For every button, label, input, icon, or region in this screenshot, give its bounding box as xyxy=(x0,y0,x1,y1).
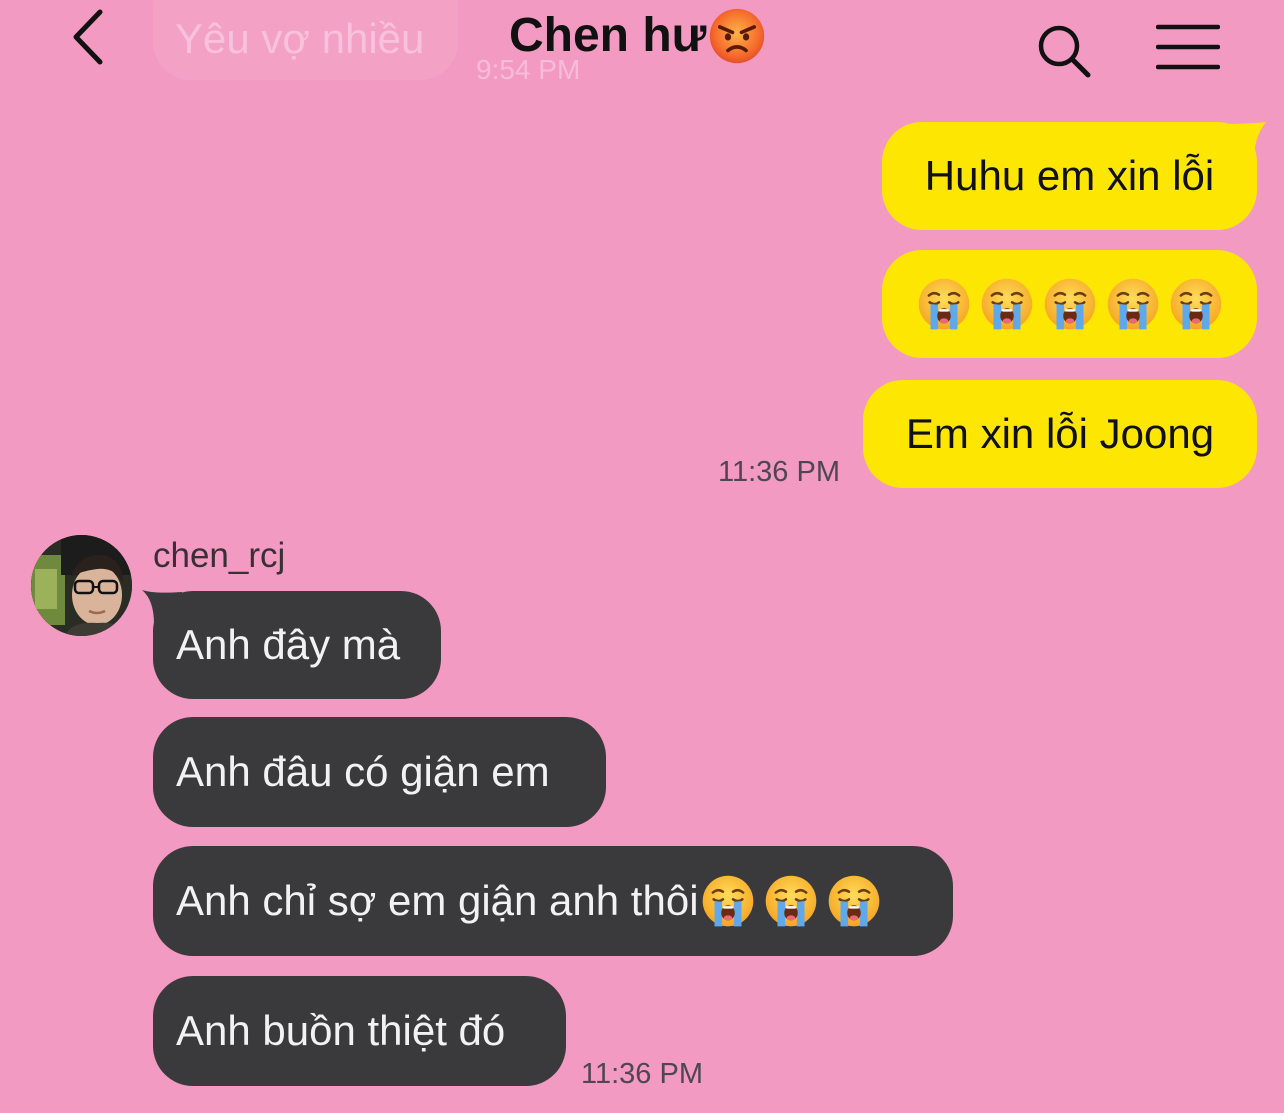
outgoing-message-text: Huhu em xin lỗi xyxy=(924,152,1215,199)
outgoing-message-text: Em xin lỗi Joong xyxy=(905,410,1215,457)
sender-name[interactable]: chen_rcj xyxy=(153,536,285,576)
outgoing-emoji-message[interactable] xyxy=(882,250,1257,358)
chevron-left-icon xyxy=(73,9,103,65)
avatar-photo xyxy=(31,535,132,636)
angry-face-emoji-icon xyxy=(708,7,766,65)
back-button[interactable] xyxy=(62,6,118,68)
previous-message-bubble: Yêu vợ nhiều xyxy=(153,0,458,80)
outgoing-message[interactable]: Em xin lỗi Joong xyxy=(863,380,1257,488)
hamburger-menu-icon xyxy=(1155,24,1221,70)
chat-title[interactable]: Chen hư xyxy=(509,6,766,66)
incoming-message-text: Anh đâu có giận em xyxy=(176,748,550,795)
chat-header: Yêu vợ nhiều 9:54 PM Chen hư xyxy=(0,0,1284,100)
outgoing-timestamp: 11:36 PM xyxy=(718,456,840,488)
incoming-message-text: Anh chỉ sợ em giận anh thôi xyxy=(176,877,699,924)
incoming-timestamp: 11:36 PM xyxy=(581,1058,703,1090)
incoming-message[interactable]: Anh chỉ sợ em giận anh thôi xyxy=(153,846,953,956)
outgoing-message[interactable]: Huhu em xin lỗi xyxy=(882,122,1257,230)
loudly-crying-face-emoji-icon xyxy=(980,277,1034,331)
loudly-crying-face-emoji-icon xyxy=(1169,277,1223,331)
loudly-crying-face-emoji-icon xyxy=(1106,277,1160,331)
incoming-message[interactable]: Anh đâu có giận em xyxy=(153,717,606,827)
previous-message-text: Yêu vợ nhiều xyxy=(175,15,425,62)
crying-emoji-group xyxy=(917,277,1223,331)
loudly-crying-face-emoji-icon xyxy=(827,874,881,928)
crying-emoji-group xyxy=(701,874,881,928)
search-icon xyxy=(1038,25,1091,78)
loudly-crying-face-emoji-icon xyxy=(701,874,755,928)
loudly-crying-face-emoji-icon xyxy=(1043,277,1097,331)
incoming-message-text: Anh đây mà xyxy=(176,621,401,668)
loudly-crying-face-emoji-icon xyxy=(764,874,818,928)
chat-title-text: Chen hư xyxy=(509,9,707,62)
incoming-message-text: Anh buồn thiệt đó xyxy=(176,1007,506,1054)
incoming-message[interactable]: Anh buồn thiệt đó xyxy=(153,976,566,1086)
incoming-message[interactable]: Anh đây mà xyxy=(153,591,441,699)
loudly-crying-face-emoji-icon xyxy=(917,277,971,331)
search-button[interactable] xyxy=(1034,22,1094,80)
sender-avatar[interactable] xyxy=(31,535,132,636)
menu-button[interactable] xyxy=(1155,24,1221,70)
